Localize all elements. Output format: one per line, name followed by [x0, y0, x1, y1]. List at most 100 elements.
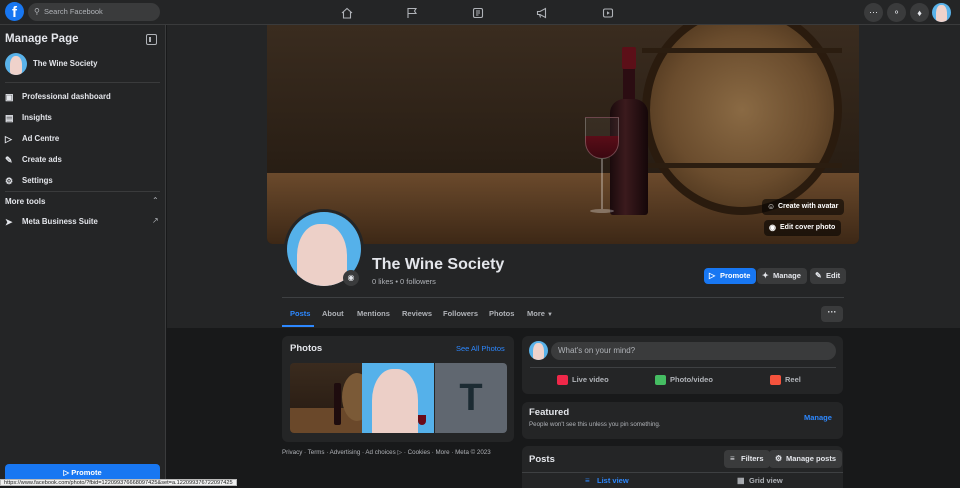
edit-icon: ✎: [5, 155, 13, 165]
photo-thumbnail[interactable]: [290, 363, 362, 433]
divider: [5, 191, 160, 192]
sidebar-item-professional-dashboard[interactable]: ▣ Professional dashboard: [5, 88, 160, 106]
sidebar-item-label: Insights: [22, 113, 52, 122]
tab-more-label: More: [527, 309, 545, 318]
see-all-photos-link[interactable]: See All Photos: [456, 344, 505, 353]
search-icon: ⚲: [34, 7, 40, 16]
filters-label: Filters: [741, 454, 764, 463]
sidebar-item-label: Meta Business Suite: [22, 217, 98, 226]
account-avatar[interactable]: [932, 3, 951, 22]
divider: [5, 82, 160, 83]
page-title: The Wine Society: [372, 256, 505, 273]
composer-avatar: [529, 341, 548, 360]
featured-subtitle: People won't see this unless you pin som…: [529, 421, 661, 428]
list-view-label: List view: [597, 476, 629, 485]
status-bar-url: https://www.facebook.com/photo/?fbid=122…: [0, 479, 237, 486]
pages-icon[interactable]: [465, 0, 491, 25]
composer-input[interactable]: What's on your mind?: [551, 342, 836, 360]
posts-card-title: Posts: [529, 454, 555, 465]
photo-video-button[interactable]: Photo/video: [655, 373, 713, 387]
video-icon[interactable]: [595, 0, 621, 25]
edit-cover-photo-button[interactable]: ◉ Edit cover photo: [764, 220, 842, 236]
edit-button[interactable]: ✎ Edit: [810, 268, 847, 284]
filters-icon: ≡: [730, 454, 735, 463]
tab-posts[interactable]: Posts: [290, 300, 310, 327]
grid-view-tab[interactable]: ▦ Grid view: [737, 476, 783, 486]
filters-button[interactable]: ≡ Filters: [724, 450, 770, 468]
promote-button[interactable]: ▷ Promote: [704, 268, 757, 284]
photo-video-label: Photo/video: [670, 375, 713, 384]
manage-label: Manage: [773, 271, 801, 280]
flag-icon[interactable]: [399, 0, 425, 25]
sidebar-item-ad-centre[interactable]: ▷ Ad Centre: [5, 130, 160, 148]
edit-icon: ✎: [815, 271, 822, 280]
list-icon: ≡: [585, 476, 590, 485]
footer-links[interactable]: Privacy · Terms · Advertising · Ad choic…: [282, 449, 491, 456]
avatar-icon: ☺: [767, 202, 776, 211]
wine-glass: [585, 117, 619, 217]
tab-followers[interactable]: Followers: [443, 300, 478, 327]
reel-button[interactable]: Reel: [770, 373, 801, 387]
collapse-sidebar-icon[interactable]: [146, 34, 157, 45]
sidebar-item-meta-business-suite[interactable]: ➤ Meta Business Suite: [5, 213, 160, 231]
sidebar-item-settings[interactable]: ⚙ Settings: [5, 172, 160, 190]
tools-icon: ✦: [762, 271, 769, 280]
sidebar-title: Manage Page: [5, 33, 79, 45]
sidebar-item-label: Ad Centre: [22, 134, 60, 143]
featured-manage-link[interactable]: Manage: [804, 413, 832, 422]
facebook-logo[interactable]: f: [5, 2, 24, 21]
create-with-avatar-label: Create with avatar: [778, 203, 839, 210]
grid-icon: ▦: [737, 476, 745, 485]
edit-label: Edit: [826, 271, 841, 280]
menu-grid-icon[interactable]: ⋯: [864, 3, 883, 22]
dashboard-icon: ▣: [5, 92, 14, 102]
more-options-button[interactable]: ···: [821, 306, 843, 322]
business-suite-icon: ➤: [5, 217, 13, 227]
more-tools-heading[interactable]: More tools: [5, 197, 45, 206]
manage-page-sidebar: Manage Page The Wine Society ▣ Professio…: [0, 25, 166, 486]
divider: [522, 472, 843, 473]
sidebar-item-create-ads[interactable]: ✎ Create ads: [5, 151, 160, 169]
reel-icon: [770, 375, 781, 385]
statue-bust: [297, 224, 347, 286]
list-view-tab[interactable]: ≡ List view: [585, 476, 629, 486]
search-input[interactable]: ⚲ Search Facebook: [28, 3, 160, 21]
live-video-icon: [557, 375, 568, 385]
megaphone-icon[interactable]: [529, 0, 555, 25]
tab-reviews[interactable]: Reviews: [402, 300, 432, 327]
placeholder-letter: T: [459, 377, 483, 419]
top-navigation-bar: f ⚲ Search Facebook ⋯ ⚬ ♦: [0, 0, 960, 25]
messenger-icon[interactable]: ⚬: [887, 3, 906, 22]
chevron-up-icon[interactable]: ⌃: [152, 196, 159, 205]
promote-button-label: Promote: [71, 468, 102, 477]
create-with-avatar-button[interactable]: ☺ Create with avatar: [762, 199, 845, 215]
edit-cover-photo-label: Edit cover photo: [780, 224, 836, 231]
megaphone-icon: ▷: [5, 134, 12, 144]
photo-thumbnail[interactable]: [362, 363, 434, 433]
gear-icon: ⚙: [5, 176, 14, 186]
page-stats: 0 likes • 0 followers: [372, 277, 436, 286]
home-icon[interactable]: [334, 0, 360, 25]
photos-card-title: Photos: [290, 343, 323, 354]
manage-button[interactable]: ✦ Manage: [757, 268, 807, 284]
photo-thumbnail[interactable]: T: [435, 363, 507, 433]
promote-label: Promote: [720, 271, 751, 280]
tab-about[interactable]: About: [322, 300, 344, 327]
manage-posts-label: Manage posts: [786, 454, 837, 463]
live-video-button[interactable]: Live video: [557, 373, 609, 387]
tab-mentions[interactable]: Mentions: [357, 300, 390, 327]
cover-photo[interactable]: ☺ Create with avatar ◉ Edit cover photo: [267, 25, 859, 244]
external-link-icon: ↗: [152, 216, 159, 225]
gear-icon: ⚙: [775, 454, 783, 463]
sidebar-item-label: Create ads: [22, 155, 62, 164]
sidebar-page-switcher[interactable]: The Wine Society: [5, 53, 157, 75]
manage-posts-button[interactable]: ⚙ Manage posts: [769, 450, 843, 468]
notifications-icon[interactable]: ♦: [910, 3, 929, 22]
tab-more[interactable]: More ▼: [527, 300, 553, 327]
tab-photos[interactable]: Photos: [489, 300, 514, 327]
sidebar-page-name: The Wine Society: [33, 59, 98, 68]
sidebar-item-insights[interactable]: ▤ Insights: [5, 109, 160, 127]
search-placeholder: Search Facebook: [44, 7, 103, 16]
megaphone-icon: ▷: [709, 271, 716, 280]
camera-icon[interactable]: ◉: [343, 270, 359, 286]
